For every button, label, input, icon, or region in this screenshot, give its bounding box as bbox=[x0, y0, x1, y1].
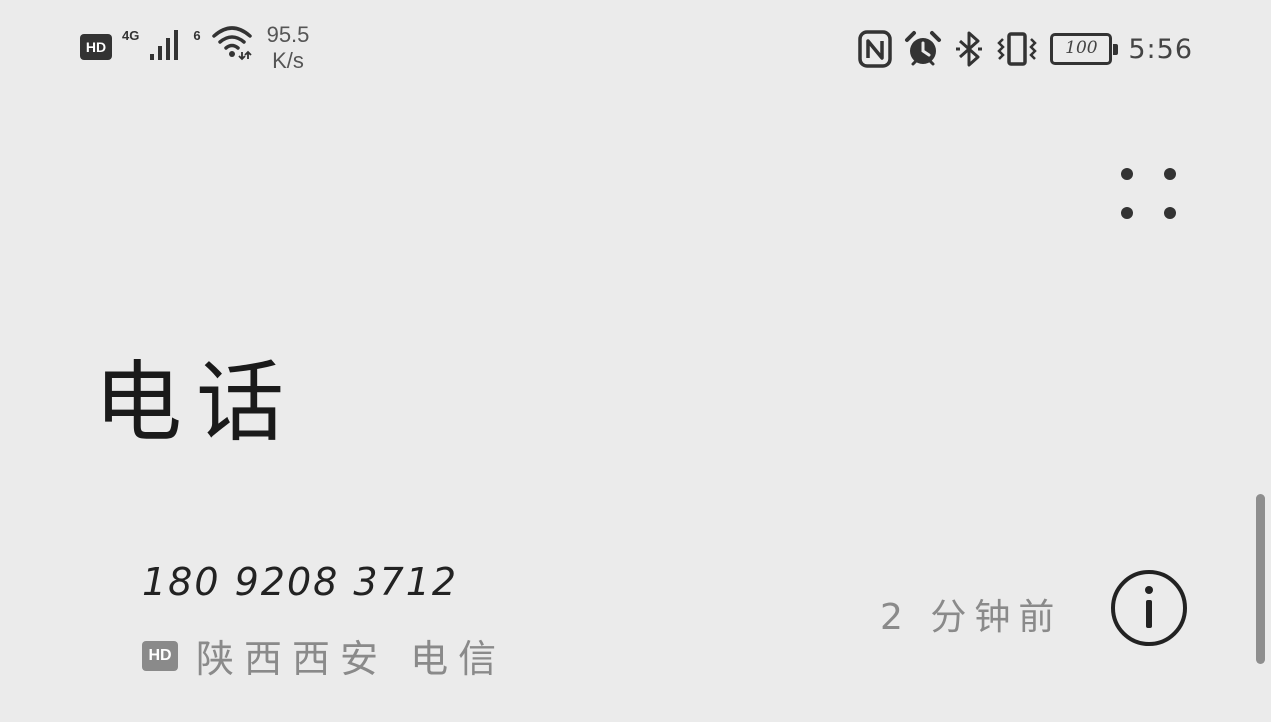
call-meta: HD 陕西西安 电信 bbox=[142, 628, 506, 683]
signal-icon bbox=[150, 30, 179, 60]
call-info-button[interactable] bbox=[1109, 568, 1189, 648]
hd-voice-badge: HD bbox=[80, 34, 112, 60]
more-options-dot bbox=[1121, 207, 1133, 219]
alarm-icon bbox=[905, 31, 942, 66]
scrollbar[interactable] bbox=[1256, 494, 1265, 664]
more-options-dot bbox=[1164, 207, 1176, 219]
call-time: 2 分钟前 bbox=[880, 597, 1063, 638]
wifi-icon bbox=[211, 26, 252, 61]
network-speed-value: 95.5 bbox=[266, 22, 310, 47]
wifi-standard: 6 bbox=[193, 28, 201, 43]
battery-tip bbox=[1113, 44, 1119, 55]
network-type: 4G bbox=[122, 28, 140, 43]
page-title: 电话 bbox=[94, 351, 299, 454]
recent-call-item[interactable]: 180 9208 3712 HD 陕西西安 电信 2 分钟前 bbox=[0, 540, 1271, 710]
call-location: 陕西西安 电信 bbox=[196, 637, 507, 681]
battery-icon: 100 bbox=[1050, 33, 1119, 65]
hd-call-badge: HD bbox=[142, 640, 178, 671]
call-number: 180 9208 3712 bbox=[142, 560, 459, 604]
status-right: 100 5:56 bbox=[858, 26, 1193, 72]
more-options-button[interactable] bbox=[1105, 150, 1195, 240]
status-bar: HD 4G 6 95.5 K/s 100 5:56 bbox=[0, 0, 1271, 90]
status-left: HD 4G 6 95.5 K/s bbox=[80, 22, 309, 78]
more-options-dot bbox=[1121, 168, 1133, 180]
network-speed-unit: K/s bbox=[272, 48, 304, 73]
battery-level: 100 bbox=[1065, 38, 1098, 58]
nfc-icon bbox=[858, 30, 893, 68]
network-speed: 95.5 K/s bbox=[267, 22, 310, 74]
status-time: 5:56 bbox=[1128, 33, 1193, 65]
vibrate-icon bbox=[997, 32, 1038, 66]
more-options-dot bbox=[1164, 168, 1176, 180]
info-icon bbox=[1111, 570, 1187, 646]
bluetooth-icon bbox=[956, 31, 983, 67]
